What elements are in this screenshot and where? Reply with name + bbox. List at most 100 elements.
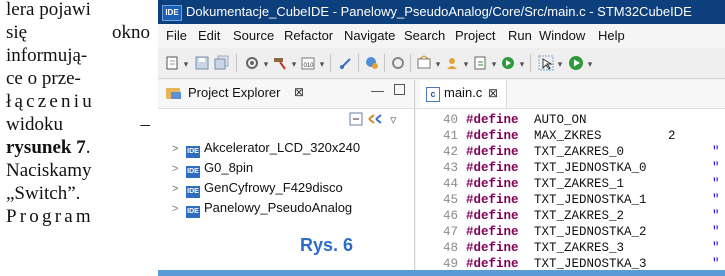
chevron-down-icon[interactable]: ▾	[586, 56, 594, 72]
toolbar-separator	[358, 54, 359, 72]
tree-item-project[interactable]: > IDE GenCyfrowy_F429disco	[172, 178, 343, 198]
new-file-icon[interactable]	[444, 55, 460, 71]
chevron-down-icon[interactable]: ▾	[518, 56, 526, 72]
macro-name: TXT_ZAKRES_3	[534, 241, 625, 255]
project-explorer-tab[interactable]: Project Explorer ⊠ —	[158, 80, 414, 109]
debug-target-icon[interactable]	[338, 55, 354, 71]
run-icon[interactable]	[568, 55, 584, 71]
settings-icon[interactable]	[244, 55, 260, 71]
code-line: 46 #define TXT_ZAKRES_2 "	[416, 208, 725, 224]
menu-window[interactable]: Window	[539, 24, 585, 48]
figure-caption: Rys. 6	[300, 235, 354, 255]
editor-tab-label: main.c	[444, 85, 483, 100]
menu-navigate[interactable]: Navigate	[344, 24, 395, 48]
menu-edit[interactable]: Edit	[198, 24, 220, 48]
chevron-down-icon[interactable]: ▾	[556, 56, 564, 72]
status-divider	[158, 270, 725, 276]
article-line: Naciskamy	[6, 160, 92, 181]
menu-help[interactable]: Help	[598, 24, 625, 48]
cursor-icon[interactable]	[538, 55, 554, 71]
macro-name: TXT_JEDNOSTKA_1	[534, 193, 647, 207]
run-config-icon[interactable]	[500, 55, 516, 71]
chevron-down-icon[interactable]: ▾	[490, 56, 498, 72]
article-word: .	[85, 137, 91, 158]
line-number: 43	[442, 161, 458, 175]
chevron-right-icon[interactable]: >	[172, 199, 186, 219]
menu-file[interactable]: File	[166, 24, 187, 48]
project-label: Panelowy_PseudoAnalog	[204, 200, 353, 215]
string-start: "	[712, 225, 720, 239]
ide-project-icon: IDE	[186, 166, 200, 178]
new-class-icon[interactable]	[416, 55, 432, 71]
editor-tab-main-c[interactable]: c main.c ⊠	[420, 80, 507, 108]
chevron-right-icon[interactable]: >	[172, 139, 186, 159]
article-word: widoku	[6, 114, 63, 135]
open-element-icon[interactable]	[364, 55, 380, 71]
maximize-icon[interactable]	[394, 84, 405, 95]
code-line: 40 #define AUTO_ON	[416, 112, 725, 128]
article-line: „Switch”.	[6, 183, 81, 204]
menu-refactor[interactable]: Refactor	[284, 24, 333, 48]
close-icon[interactable]: ⊠	[294, 85, 304, 99]
figure-reference: rysunek 7	[6, 137, 86, 158]
code-line: 47 #define TXT_JEDNOSTKA_2 "	[416, 224, 725, 240]
toolbar-separator	[530, 54, 531, 72]
tree-item-project[interactable]: > IDE Panelowy_PseudoAnalog	[172, 198, 352, 218]
macro-name: TXT_ZAKRES_2	[534, 209, 625, 223]
chevron-down-icon[interactable]: ▾	[290, 56, 298, 72]
string-start: "	[712, 177, 720, 191]
save-icon[interactable]	[194, 55, 210, 71]
code-editor-panel: c main.c ⊠ 40 #define AUTO_ON 41 #define MAX…	[416, 80, 725, 276]
chevron-down-icon[interactable]: ▾	[318, 56, 326, 72]
save-all-icon[interactable]	[214, 55, 230, 71]
new-icon[interactable]	[164, 55, 180, 71]
minimize-icon[interactable]: —	[371, 83, 384, 98]
menu-search[interactable]: Search	[404, 24, 445, 48]
code-keyword: #define	[466, 113, 519, 127]
collapse-all-icon[interactable]	[349, 112, 363, 129]
article-line: widoku –	[6, 113, 150, 136]
code-keyword: #define	[466, 129, 519, 143]
binary-icon[interactable]: 010	[300, 55, 316, 71]
code-keyword: #define	[466, 161, 519, 175]
code-line: 45 #define TXT_JEDNOSTKA_1 "	[416, 192, 725, 208]
line-number: 46	[442, 209, 458, 223]
macro-name: TXT_ZAKRES_1	[534, 177, 625, 191]
ide-screenshot: IDE Dokumentacje_CubeIDE - Panelowy_Pseu…	[158, 0, 725, 276]
code-line: 42 #define TXT_ZAKRES_0 "	[416, 144, 725, 160]
line-number: 42	[442, 145, 458, 159]
title-bar: IDE Dokumentacje_CubeIDE - Panelowy_Pseu…	[158, 0, 725, 24]
chevron-down-icon[interactable]: ▾	[434, 56, 442, 72]
close-icon[interactable]: ⊠	[488, 86, 498, 100]
chevron-down-icon[interactable]: ▾	[182, 56, 190, 72]
chevron-down-icon[interactable]: ▾	[262, 56, 270, 72]
tree-item-project[interactable]: > IDE Akcelerator_LCD_320x240	[172, 138, 360, 158]
code-keyword: #define	[466, 209, 519, 223]
menu-project[interactable]: Project	[455, 24, 495, 48]
code-keyword: #define	[466, 145, 519, 159]
string-start: "	[712, 193, 720, 207]
project-label: Akcelerator_LCD_320x240	[204, 140, 361, 155]
external-tools-icon[interactable]	[390, 55, 406, 71]
refresh-icon[interactable]	[472, 55, 488, 71]
tree-item-project[interactable]: > IDE G0_8pin	[172, 158, 253, 178]
link-editor-icon[interactable]	[367, 112, 383, 129]
line-number: 47	[442, 225, 458, 239]
string-start: "	[712, 241, 720, 255]
toolbar: ▾ ▾ ▾ 010 ▾ ▾ ▾ ▾ ▾ ▾ ▾	[158, 48, 725, 79]
string-start: "	[712, 145, 720, 159]
view-menu-icon[interactable]: ▿	[390, 112, 397, 128]
menu-run[interactable]: Run	[508, 24, 532, 48]
article-line: lera pojawi	[6, 0, 91, 20]
project-explorer-title: Project Explorer	[188, 85, 281, 100]
line-number: 48	[442, 241, 458, 255]
article-line: informują-	[6, 45, 88, 66]
chevron-right-icon[interactable]: >	[172, 179, 186, 199]
build-hammer-icon[interactable]	[272, 55, 288, 71]
menu-source[interactable]: Source	[233, 24, 274, 48]
code-keyword: #define	[466, 193, 519, 207]
chevron-down-icon[interactable]: ▾	[462, 56, 470, 72]
macro-name: TXT_JEDNOSTKA_0	[534, 161, 647, 175]
article-word: –	[140, 114, 151, 135]
chevron-right-icon[interactable]: >	[172, 159, 186, 179]
